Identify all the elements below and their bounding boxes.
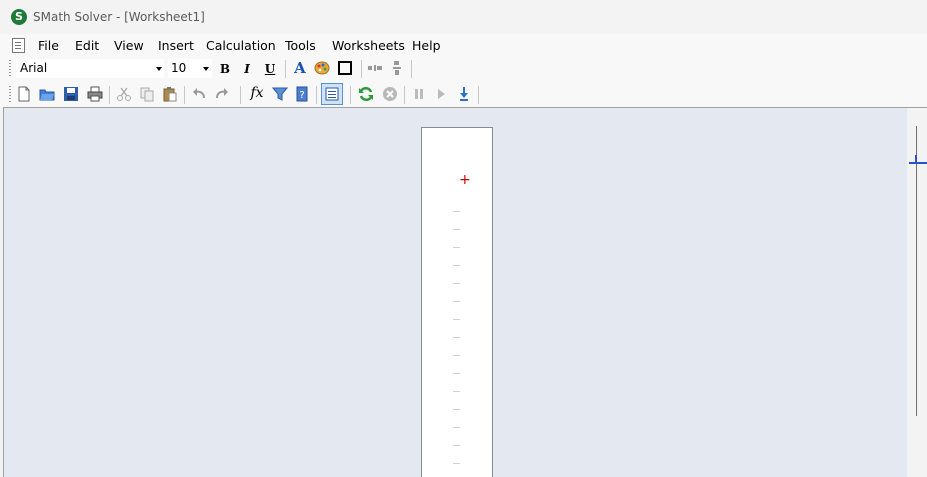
page-grid-tick [453,337,460,338]
page-grid-tick [453,355,460,356]
save-icon[interactable] [62,85,80,103]
pause-icon[interactable] [410,85,428,103]
smath-app-icon[interactable]: S [11,9,27,25]
menu-edit[interactable]: Edit [75,38,99,53]
page-grid-tick [453,211,460,212]
page-grid-tick [453,283,460,284]
filter-icon[interactable] [271,85,289,103]
bold-button[interactable]: B [216,60,234,78]
cut-icon[interactable] [115,85,133,103]
copy-icon[interactable] [138,85,156,103]
recalculate-icon[interactable] [357,85,375,103]
menu-calculation[interactable]: Calculation [206,38,276,53]
document-icon[interactable] [12,38,25,53]
print-icon[interactable] [86,85,104,103]
ruler-position-marker[interactable] [909,155,927,164]
undo-icon[interactable] [190,85,208,103]
title-bar: S SMath Solver - [Worksheet1] [0,0,927,34]
worksheet-view-toggle-icon[interactable] [321,83,343,105]
text-color-button[interactable]: A [291,59,309,77]
page-grid-tick [453,247,460,248]
svg-text:?: ? [299,90,304,101]
toolbar-separator [184,86,185,104]
insertion-cursor-icon: + [459,172,471,188]
toolbar-separator [411,60,412,78]
page-grid-tick [453,319,460,320]
page-grid-tick [453,373,460,374]
menu-view[interactable]: View [114,38,144,53]
worksheet-page[interactable] [421,127,493,477]
italic-button[interactable]: I [238,60,256,78]
page-grid-tick [453,445,460,446]
toolbar-separator [478,86,479,104]
border-icon[interactable] [336,59,354,77]
redo-icon[interactable] [213,85,231,103]
page-grid-tick [453,427,460,428]
open-folder-icon[interactable] [38,85,56,103]
align-horizontal-icon[interactable] [366,59,384,77]
step-into-icon[interactable] [455,85,473,103]
ruler-track [916,126,917,416]
toolbar-separator [240,86,241,104]
font-name-select[interactable]: Arial [16,59,164,78]
toolbar-grip[interactable] [9,60,11,76]
stop-icon[interactable] [381,85,399,103]
toolbar-separator [285,60,286,78]
page-grid-tick [453,391,460,392]
new-document-icon[interactable] [15,85,33,103]
font-size-value: 10 [171,61,187,75]
play-icon[interactable] [432,85,450,103]
chevron-down-icon[interactable] [156,67,162,71]
menu-help[interactable]: Help [412,38,441,53]
toolbar-separator [109,86,110,104]
page-grid-tick [453,463,460,464]
align-vertical-icon[interactable] [388,59,406,77]
toolbar-separator [316,86,317,104]
page-grid-tick [453,409,460,410]
window-title: SMath Solver - [Worksheet1] [33,10,205,24]
insert-function-button[interactable]: fx [247,84,267,102]
toolbar-separator [350,86,351,104]
menu-insert[interactable]: Insert [158,38,194,53]
toolbar-grip[interactable] [9,86,11,102]
toolbar-separator [361,60,362,78]
menu-worksheets[interactable]: Worksheets [332,38,405,53]
page-grid-tick [453,301,460,302]
page-grid-tick [453,265,460,266]
page-grid-tick [453,229,460,230]
toolbar-separator [404,86,405,104]
help-book-icon[interactable]: ? [293,85,311,103]
underline-button[interactable]: U [261,60,279,78]
chevron-down-icon[interactable] [203,67,209,71]
menu-file[interactable]: File [38,38,59,53]
paste-icon[interactable] [161,85,179,103]
palette-icon[interactable] [313,59,331,77]
font-name-value: Arial [20,61,48,75]
menu-tools[interactable]: Tools [285,38,316,53]
